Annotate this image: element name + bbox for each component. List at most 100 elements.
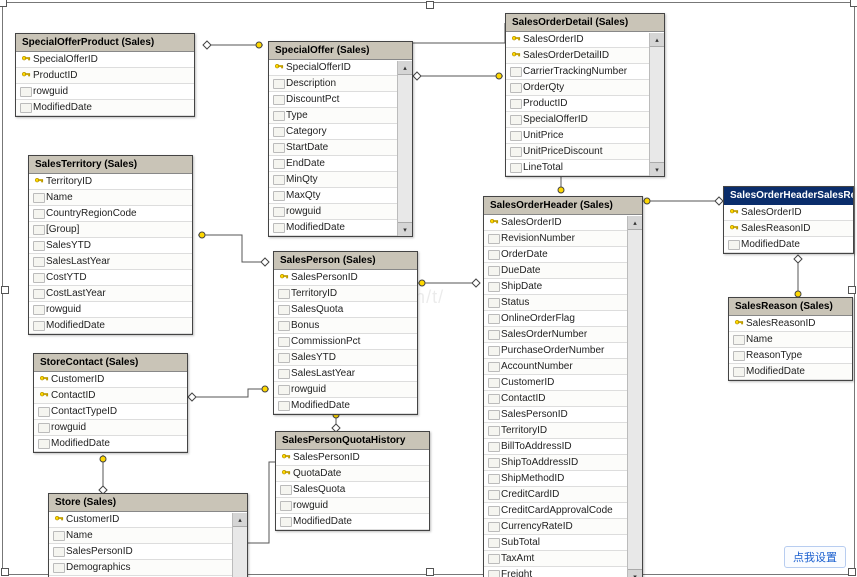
table-store-contact[interactable]: StoreContact (Sales) CustomerIDContactID…	[33, 353, 188, 453]
column-row[interactable]: SpecialOfferID	[506, 112, 650, 128]
column-row[interactable]: ModifiedDate	[269, 220, 398, 236]
column-row[interactable]: UnitPrice	[506, 128, 650, 144]
table-sales-reason[interactable]: SalesReason (Sales) SalesReasonIDNameRea…	[728, 297, 853, 381]
column-row[interactable]: ModifiedDate	[724, 237, 853, 253]
scrollbar[interactable]: ▴▾	[232, 513, 247, 577]
column-row[interactable]: Demographics	[49, 560, 233, 576]
column-row[interactable]: CountryRegionCode	[29, 206, 192, 222]
table-special-offer[interactable]: SpecialOffer (Sales) SpecialOfferIDDescr…	[268, 41, 413, 237]
column-row[interactable]: OrderDate	[484, 247, 628, 263]
column-row[interactable]: OrderQty	[506, 80, 650, 96]
column-row[interactable]: Status	[484, 295, 628, 311]
column-row[interactable]: TerritoryID	[274, 286, 417, 302]
column-row[interactable]: UnitPriceDiscount	[506, 144, 650, 160]
column-row[interactable]: [Group]	[29, 222, 192, 238]
scrollbar[interactable]: ▴▾	[627, 216, 642, 577]
column-row[interactable]: StartDate	[269, 140, 398, 156]
column-row[interactable]: rowguid	[269, 204, 398, 220]
column-row[interactable]: ModifiedDate	[34, 436, 187, 452]
diagram-canvas[interactable]: http://blog.c n/t/ SpecialOfferProduct (…	[2, 2, 855, 575]
column-row[interactable]: ShipToAddressID	[484, 455, 628, 471]
column-row[interactable]: Name	[729, 332, 852, 348]
column-row[interactable]: ProductID	[16, 68, 194, 84]
column-row[interactable]: SalesPersonID	[484, 407, 628, 423]
column-row[interactable]: EndDate	[269, 156, 398, 172]
column-row[interactable]: CustomerID	[34, 372, 187, 388]
table-sales-order-header-sales-reason[interactable]: SalesOrderHeaderSalesRe SalesOrderIDSale…	[723, 186, 854, 254]
column-row[interactable]: CustomerID	[484, 375, 628, 391]
column-row[interactable]: SalesYTD	[29, 238, 192, 254]
column-row[interactable]: TaxAmt	[484, 551, 628, 567]
column-row[interactable]: LineTotal	[506, 160, 650, 176]
column-row[interactable]: ModifiedDate	[29, 318, 192, 334]
column-row[interactable]: rowguid	[16, 84, 194, 100]
column-row[interactable]: SalesQuota	[274, 302, 417, 318]
column-row[interactable]: ShipMethodID	[484, 471, 628, 487]
column-row[interactable]: ModifiedDate	[276, 514, 429, 530]
column-row[interactable]: CostYTD	[29, 270, 192, 286]
column-row[interactable]: SubTotal	[484, 535, 628, 551]
column-row[interactable]: SalesReasonID	[729, 316, 852, 332]
column-row[interactable]: SalesReasonID	[724, 221, 853, 237]
column-row[interactable]: ShipDate	[484, 279, 628, 295]
column-row[interactable]: SalesYTD	[274, 350, 417, 366]
column-row[interactable]: SalesOrderNumber	[484, 327, 628, 343]
column-row[interactable]: QuotaDate	[276, 466, 429, 482]
column-row[interactable]: ReasonType	[729, 348, 852, 364]
settings-button[interactable]: 点我设置	[784, 546, 846, 568]
column-row[interactable]: Bonus	[274, 318, 417, 334]
column-row[interactable]: DiscountPct	[269, 92, 398, 108]
column-row[interactable]: Name	[29, 190, 192, 206]
column-row[interactable]: SalesPersonID	[274, 270, 417, 286]
column-row[interactable]: ModifiedDate	[16, 100, 194, 116]
scrollbar[interactable]: ▴▾	[649, 33, 664, 176]
column-row[interactable]: SalesOrderID	[506, 32, 650, 48]
column-row[interactable]: ModifiedDate	[729, 364, 852, 380]
table-store[interactable]: Store (Sales) CustomerIDNameSalesPersonI…	[48, 493, 248, 577]
table-sales-order-header[interactable]: SalesOrderHeader (Sales) SalesOrderIDRev…	[483, 196, 643, 577]
column-row[interactable]: PurchaseOrderNumber	[484, 343, 628, 359]
table-special-offer-product[interactable]: SpecialOfferProduct (Sales) SpecialOffer…	[15, 33, 195, 117]
column-row[interactable]: rowguid	[29, 302, 192, 318]
column-row[interactable]: SalesOrderID	[724, 205, 853, 221]
column-row[interactable]: Category	[269, 124, 398, 140]
column-row[interactable]: CommissionPct	[274, 334, 417, 350]
column-row[interactable]: CreditCardID	[484, 487, 628, 503]
column-row[interactable]: SalesOrderDetailID	[506, 48, 650, 64]
column-row[interactable]: ContactID	[34, 388, 187, 404]
column-row[interactable]: TerritoryID	[29, 174, 192, 190]
column-row[interactable]: MaxQty	[269, 188, 398, 204]
column-row[interactable]: SpecialOfferID	[16, 52, 194, 68]
column-row[interactable]: ContactTypeID	[34, 404, 187, 420]
column-row[interactable]: CreditCardApprovalCode	[484, 503, 628, 519]
column-row[interactable]: SalesPersonID	[276, 450, 429, 466]
column-row[interactable]: SalesPersonID	[49, 544, 233, 560]
column-row[interactable]: AccountNumber	[484, 359, 628, 375]
table-sales-person[interactable]: SalesPerson (Sales) SalesPersonIDTerrito…	[273, 251, 418, 415]
column-row[interactable]: ContactID	[484, 391, 628, 407]
column-row[interactable]: Type	[269, 108, 398, 124]
column-row[interactable]: SalesLastYear	[274, 366, 417, 382]
column-row[interactable]: rowguid	[276, 498, 429, 514]
column-row[interactable]: SpecialOfferID	[269, 60, 398, 76]
column-row[interactable]: DueDate	[484, 263, 628, 279]
column-row[interactable]: TerritoryID	[484, 423, 628, 439]
table-sales-order-detail[interactable]: SalesOrderDetail (Sales) SalesOrderIDSal…	[505, 13, 665, 177]
column-row[interactable]: Freight	[484, 567, 628, 577]
column-row[interactable]: CarrierTrackingNumber	[506, 64, 650, 80]
column-row[interactable]: OnlineOrderFlag	[484, 311, 628, 327]
column-row[interactable]: rowguid	[34, 420, 187, 436]
column-row[interactable]: rowguid	[274, 382, 417, 398]
column-row[interactable]: BillToAddressID	[484, 439, 628, 455]
column-row[interactable]: ModifiedDate	[274, 398, 417, 414]
column-row[interactable]: SalesLastYear	[29, 254, 192, 270]
column-row[interactable]: CurrencyRateID	[484, 519, 628, 535]
column-row[interactable]: SalesOrderID	[484, 215, 628, 231]
column-row[interactable]: Description	[269, 76, 398, 92]
column-row[interactable]: MinQty	[269, 172, 398, 188]
column-row[interactable]: Name	[49, 528, 233, 544]
column-row[interactable]: RevisionNumber	[484, 231, 628, 247]
column-row[interactable]: SalesQuota	[276, 482, 429, 498]
table-sales-person-quota-history[interactable]: SalesPersonQuotaHistory SalesPersonIDQuo…	[275, 431, 430, 531]
scrollbar[interactable]: ▴▾	[397, 61, 412, 236]
